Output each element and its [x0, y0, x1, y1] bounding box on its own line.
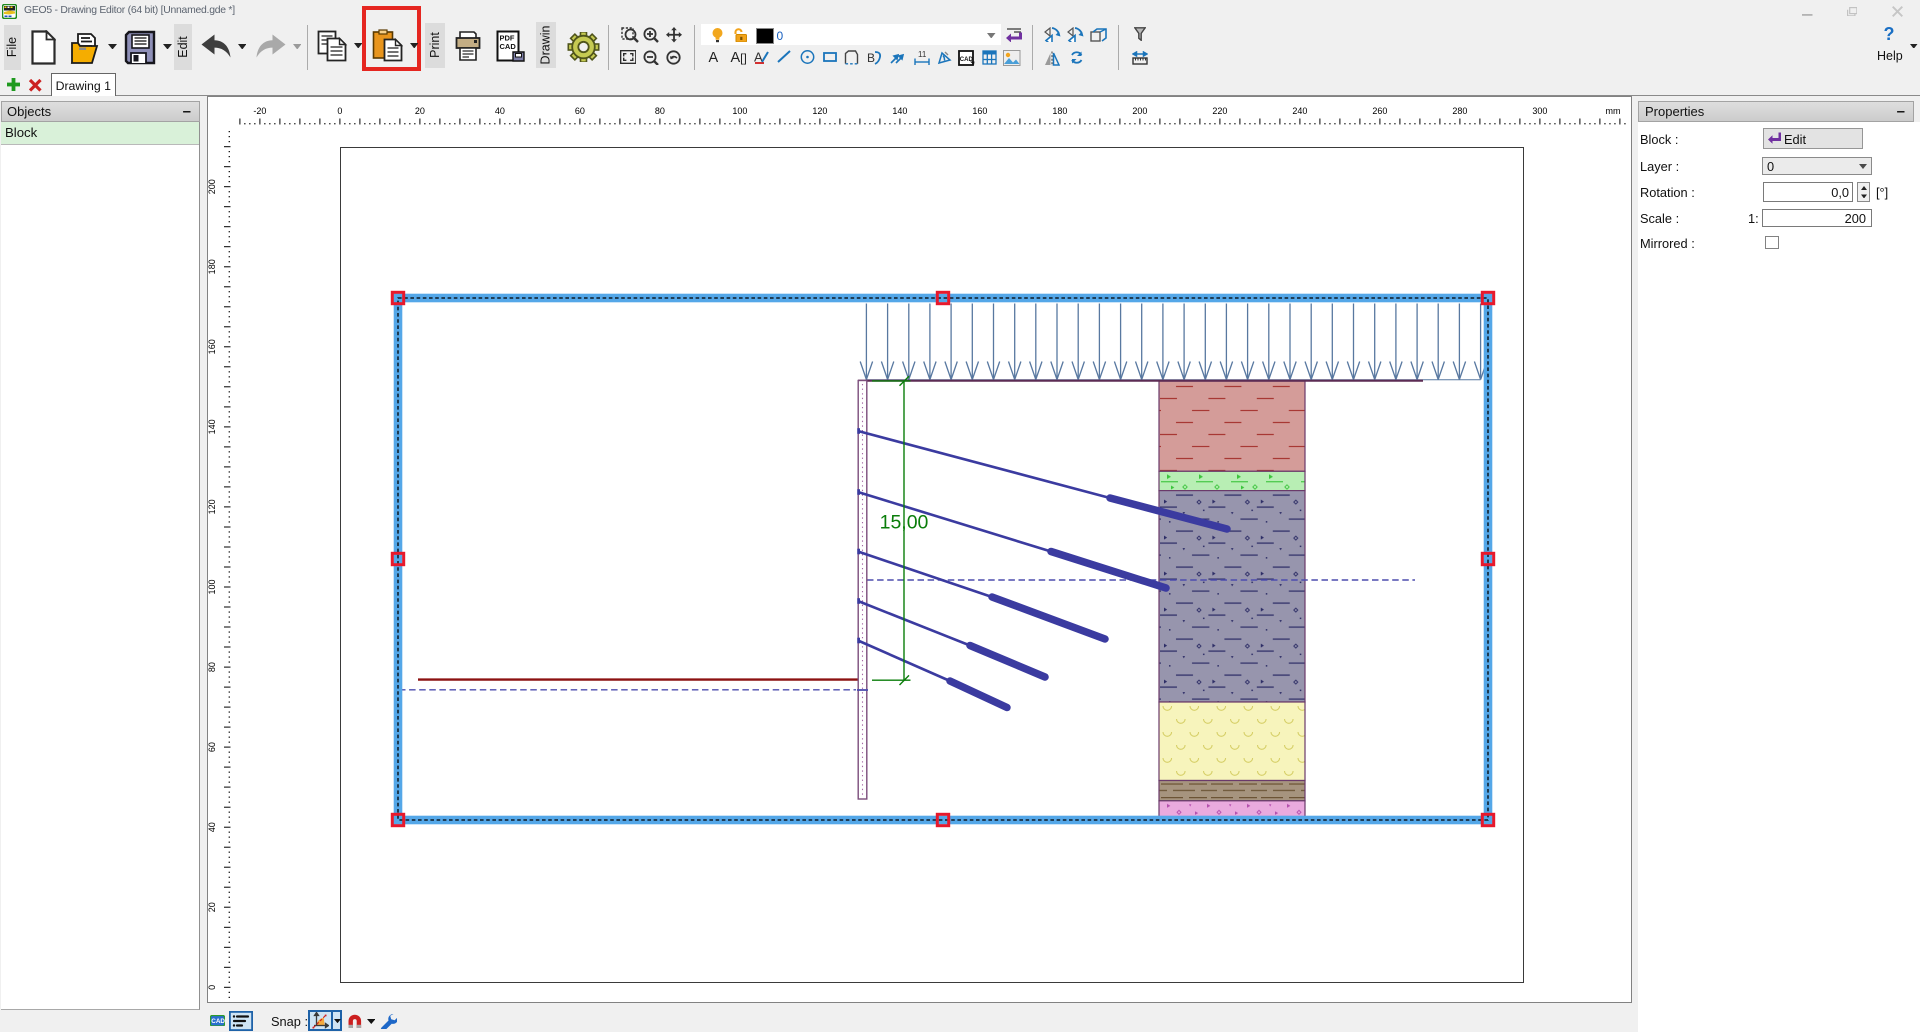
svg-text:0: 0 — [337, 106, 342, 116]
svg-text:200: 200 — [1132, 106, 1147, 116]
svg-text:180: 180 — [207, 259, 217, 274]
svg-text:280: 280 — [1452, 106, 1467, 116]
svg-text:mm: mm — [1606, 106, 1621, 116]
svg-text:120: 120 — [207, 499, 217, 514]
svg-text:CAD: CAD — [211, 1018, 225, 1025]
svg-text:40: 40 — [207, 822, 217, 832]
svg-text:80: 80 — [207, 662, 217, 672]
svg-text:15,00: 15,00 — [880, 512, 929, 534]
svg-text:260: 260 — [1372, 106, 1387, 116]
svg-text:100: 100 — [207, 579, 217, 594]
svg-text:60: 60 — [207, 742, 217, 752]
svg-text:-20: -20 — [253, 106, 266, 116]
svg-text:20: 20 — [415, 106, 425, 116]
svg-text:220: 220 — [1212, 106, 1227, 116]
svg-text:11: 11 — [918, 50, 927, 59]
svg-text:80: 80 — [655, 106, 665, 116]
svg-text:300: 300 — [1532, 106, 1547, 116]
svg-text:40: 40 — [495, 106, 505, 116]
svg-text:CAD: CAD — [499, 42, 516, 51]
svg-text:160: 160 — [972, 106, 987, 116]
svg-text:140: 140 — [207, 419, 217, 434]
svg-text:100: 100 — [732, 106, 747, 116]
svg-text:120: 120 — [812, 106, 827, 116]
svg-text:200: 200 — [207, 179, 217, 194]
svg-text:160: 160 — [207, 339, 217, 354]
svg-text:180: 180 — [1052, 106, 1067, 116]
svg-text:240: 240 — [1292, 106, 1307, 116]
svg-text:140: 140 — [892, 106, 907, 116]
svg-text:0: 0 — [207, 985, 217, 990]
svg-text:20: 20 — [207, 902, 217, 912]
svg-text:60: 60 — [575, 106, 585, 116]
svg-text:A: A — [754, 50, 763, 64]
svg-text:B: B — [867, 51, 875, 65]
